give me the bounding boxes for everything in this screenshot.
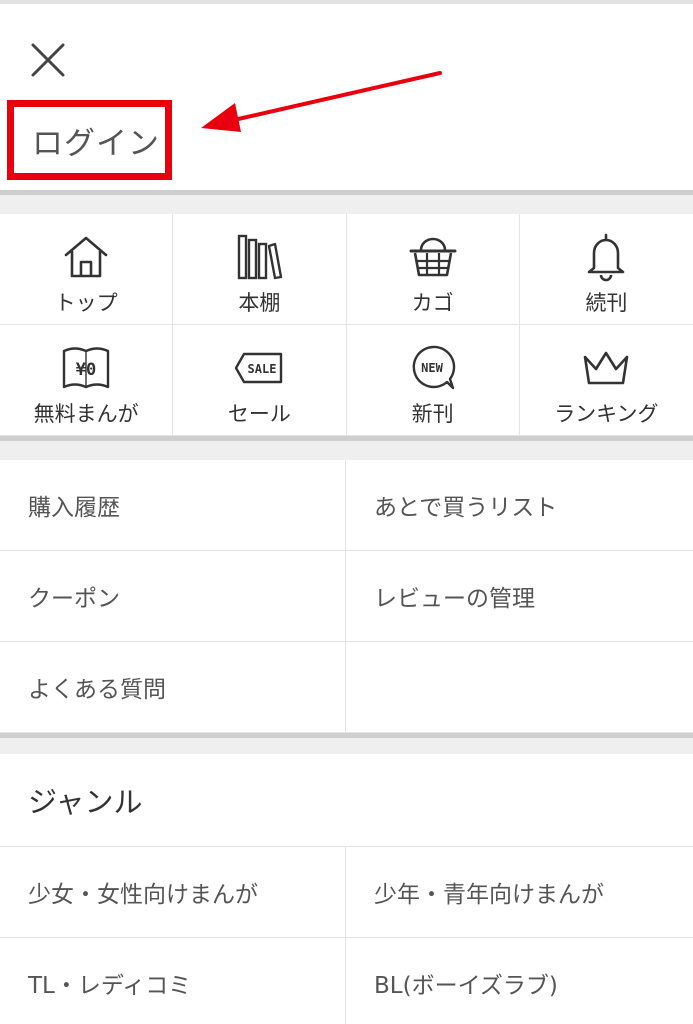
section-divider [0,436,693,460]
annotation-arrow-icon [201,71,442,132]
buy-later-list-link[interactable]: あとで買うリスト [346,460,693,551]
genre-shojo-josei-link[interactable]: 少女・女性向けまんが [0,847,346,938]
section-divider [0,733,693,754]
nav-top[interactable]: トップ [0,214,174,325]
account-links: 購入履歴 あとで買うリスト クーポン レビューの管理 よくある質問 [0,460,693,733]
close-icon [31,43,65,77]
bookshelf-icon [238,234,283,280]
nav-new-release-label: 新刊 [411,402,454,426]
genre-shonen-seinen-link[interactable]: 少年・青年向けまんが [346,847,693,938]
nav-sequel[interactable]: 続刊 [519,214,693,325]
faq-link[interactable]: よくある質問 [0,642,346,733]
new-badge-icon-text: NEW [421,361,443,375]
nav-ranking[interactable]: ランキング [519,325,693,436]
nav-basket[interactable]: カゴ [346,214,520,325]
sale-tag-icon: SALE [235,352,283,384]
nav-sale[interactable]: SALE セール [173,325,347,436]
crown-icon [584,351,629,385]
free-book-icon: ¥0 [62,347,110,389]
login-link[interactable]: ログイン [32,118,160,163]
home-icon [64,236,108,278]
quick-nav-grid: トップ 本棚 カゴ 続刊 ¥0 無料まんが SALE セール NEW 新刊 ラン… [0,214,693,436]
empty-cell [346,642,693,733]
free-book-icon-text: ¥0 [76,360,96,380]
purchase-history-link[interactable]: 購入履歴 [0,460,346,551]
nav-new-release[interactable]: NEW 新刊 [346,325,520,436]
genre-heading: ジャンル [0,754,693,847]
nav-top-label: トップ [54,291,118,315]
review-management-link[interactable]: レビューの管理 [346,551,693,642]
bell-icon [588,233,625,282]
side-menu: ログイン トップ 本棚 カゴ 続刊 ¥0 無料まんが SALE セール NEW … [0,0,693,1024]
sale-tag-icon-text: SALE [248,362,277,376]
nav-sequel-label: 続刊 [585,291,628,315]
nav-bookshelf[interactable]: 本棚 [173,214,347,325]
nav-free-manga[interactable]: ¥0 無料まんが [0,325,174,436]
nav-sale-label: セール [227,402,291,426]
menu-header: ログイン [0,4,693,190]
section-divider [0,190,693,214]
new-badge-icon: NEW [412,345,455,390]
login-highlight-box: ログイン [7,100,172,180]
nav-bookshelf-label: 本棚 [238,291,281,315]
nav-free-manga-label: 無料まんが [33,402,139,426]
genre-links: 少女・女性向けまんが 少年・青年向けまんが TL・レディコミ BL(ボーイズラブ… [0,847,693,1024]
close-button[interactable] [26,38,70,82]
basket-icon [409,237,457,277]
coupon-link[interactable]: クーポン [0,551,346,642]
genre-tl-ladies-comic-link[interactable]: TL・レディコミ [0,938,346,1024]
nav-basket-label: カゴ [411,291,454,315]
genre-bl-link[interactable]: BL(ボーイズラブ) [346,938,693,1024]
nav-ranking-label: ランキング [554,402,659,426]
